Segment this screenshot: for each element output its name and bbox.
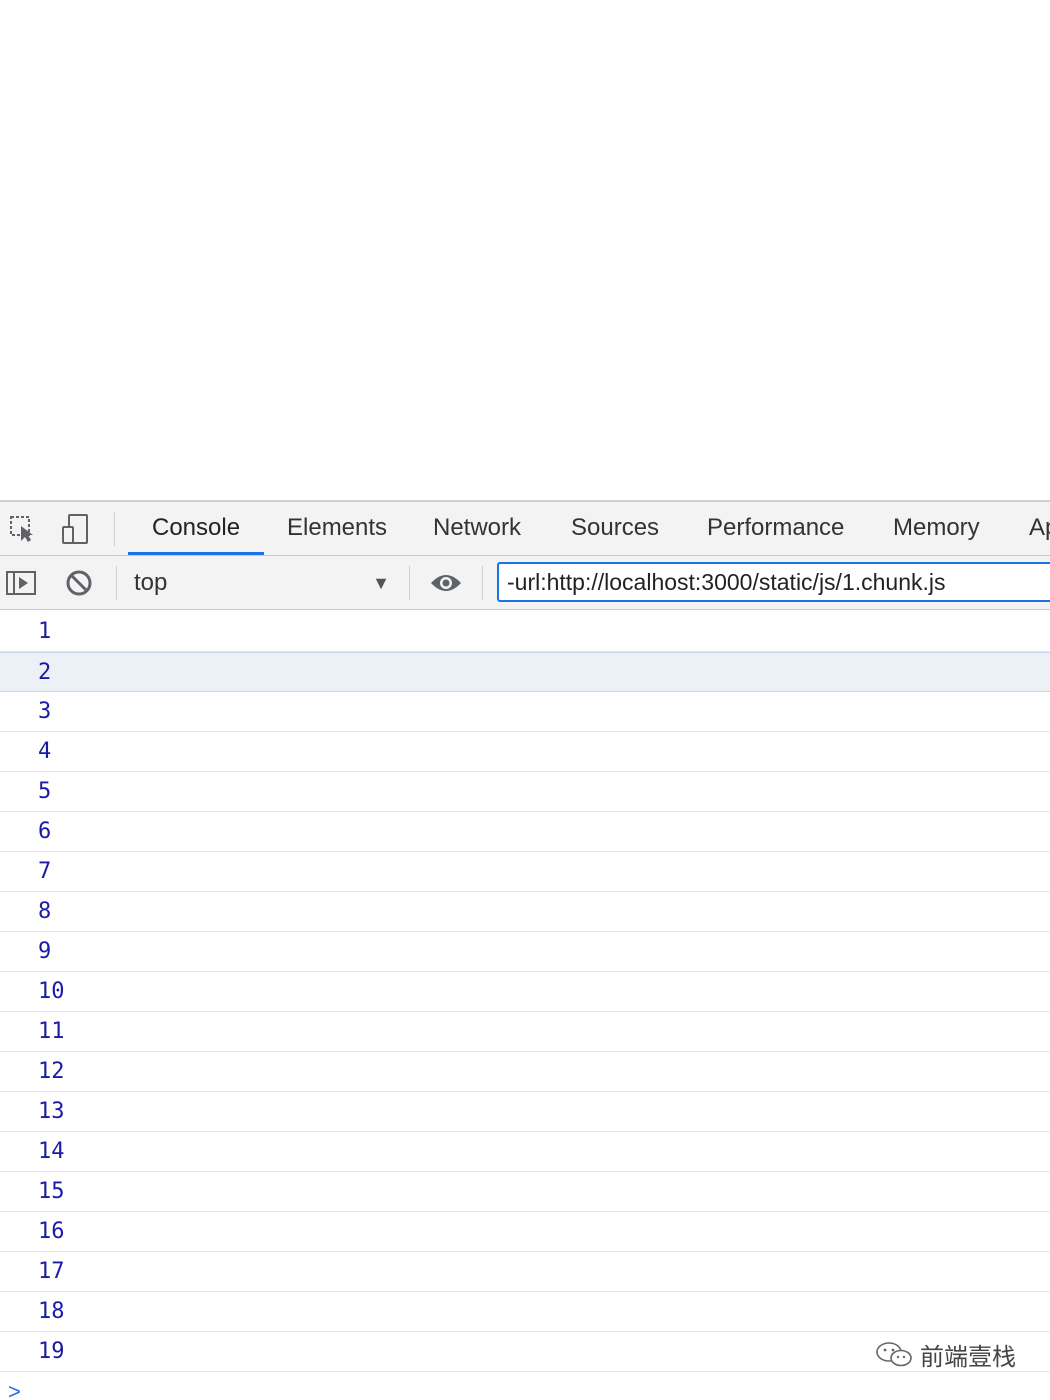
watermark: 前端壹栈 — [874, 1338, 1016, 1371]
console-message[interactable]: 4 — [0, 732, 1050, 772]
console-message[interactable]: 5 — [0, 772, 1050, 812]
console-message-list: 1 2 3 4 5 6 7 8 9 10 11 12 13 14 15 16 17 18 19 — [0, 612, 1050, 1372]
console-message[interactable]: 8 — [0, 892, 1050, 932]
tab-sources[interactable]: Sources — [571, 502, 659, 555]
console-message[interactable]: 13 — [0, 1092, 1050, 1132]
tab-elements[interactable]: Elements — [287, 502, 387, 555]
console-prompt[interactable]: > — [0, 1372, 1050, 1400]
console-message[interactable]: 14 — [0, 1132, 1050, 1172]
console-message-value: 3 — [38, 699, 52, 724]
tab-network[interactable]: Network — [433, 502, 521, 555]
page-viewport: ▪ — [0, 0, 1050, 500]
context-selector-value: top — [134, 569, 168, 596]
console-message-value: 2 — [38, 660, 52, 685]
filterbar-separator — [116, 566, 117, 600]
clear-console-icon[interactable] — [62, 566, 96, 600]
console-message-value: 8 — [38, 899, 52, 924]
live-expression-icon[interactable] — [429, 566, 463, 600]
inspect-element-icon[interactable] — [6, 512, 40, 546]
console-message[interactable]: 18 — [0, 1292, 1050, 1332]
console-message-value: 19 — [38, 1339, 65, 1364]
tab-performance[interactable]: Performance — [707, 502, 844, 555]
console-message[interactable]: 6 — [0, 812, 1050, 852]
console-message-value: 4 — [38, 739, 52, 764]
console-message-value: 6 — [38, 819, 52, 844]
devtools-tabbar: Console Elements Network Sources Perform… — [0, 502, 1050, 556]
dropdown-arrow-icon: ▼ — [372, 573, 390, 593]
console-message-value: 17 — [38, 1259, 65, 1284]
show-sidebar-icon[interactable] — [4, 566, 38, 600]
console-message-value: 12 — [38, 1059, 65, 1084]
context-selector[interactable]: top ▼ — [134, 564, 396, 602]
console-message-value: 16 — [38, 1219, 65, 1244]
console-message-value: 10 — [38, 979, 65, 1004]
console-message[interactable]: 10 — [0, 972, 1050, 1012]
console-message[interactable]: 11 — [0, 1012, 1050, 1052]
filterbar-separator — [482, 566, 483, 600]
filterbar-separator — [409, 566, 410, 600]
console-message[interactable]: 9 — [0, 932, 1050, 972]
console-message-value: 11 — [38, 1019, 65, 1044]
prompt-chevron-icon: > — [8, 1379, 21, 1400]
console-message[interactable]: 12 — [0, 1052, 1050, 1092]
console-message[interactable]: 1 — [0, 612, 1050, 652]
devtools-panel: Console Elements Network Sources Perform… — [0, 500, 1050, 1400]
console-message[interactable]: 2 — [0, 652, 1050, 692]
tabbar-separator — [114, 512, 115, 546]
console-message-value: 1 — [38, 619, 52, 644]
viewport-corner-glyph: ▪ — [0, 0, 22, 6]
console-message-value: 13 — [38, 1099, 65, 1124]
console-message-value: 18 — [38, 1299, 65, 1324]
console-filterbar: top ▼ — [0, 556, 1050, 610]
console-output: 1 2 3 4 5 6 7 8 9 10 11 12 13 14 15 16 17 18 19 > — [0, 612, 1050, 1400]
console-filter-input[interactable] — [497, 562, 1050, 602]
console-message-value: 5 — [38, 779, 52, 804]
screenshot: ▪ Console Elements Network Sources P — [0, 0, 1050, 1400]
wechat-icon — [876, 1342, 912, 1367]
tab-application-truncated[interactable]: Ap — [1029, 502, 1050, 555]
console-message[interactable]: 7 — [0, 852, 1050, 892]
console-message-value: 7 — [38, 859, 52, 884]
console-message[interactable]: 17 — [0, 1252, 1050, 1292]
console-message-value: 15 — [38, 1179, 65, 1204]
tab-memory[interactable]: Memory — [893, 502, 980, 555]
console-message[interactable]: 16 — [0, 1212, 1050, 1252]
console-message-value: 14 — [38, 1139, 65, 1164]
console-message-value: 9 — [38, 939, 52, 964]
tab-console[interactable]: Console — [128, 502, 265, 555]
console-message[interactable]: 3 — [0, 692, 1050, 732]
device-toolbar-icon[interactable] — [58, 512, 92, 546]
watermark-text: 前端壹栈 — [920, 1343, 1016, 1371]
console-message[interactable]: 15 — [0, 1172, 1050, 1212]
